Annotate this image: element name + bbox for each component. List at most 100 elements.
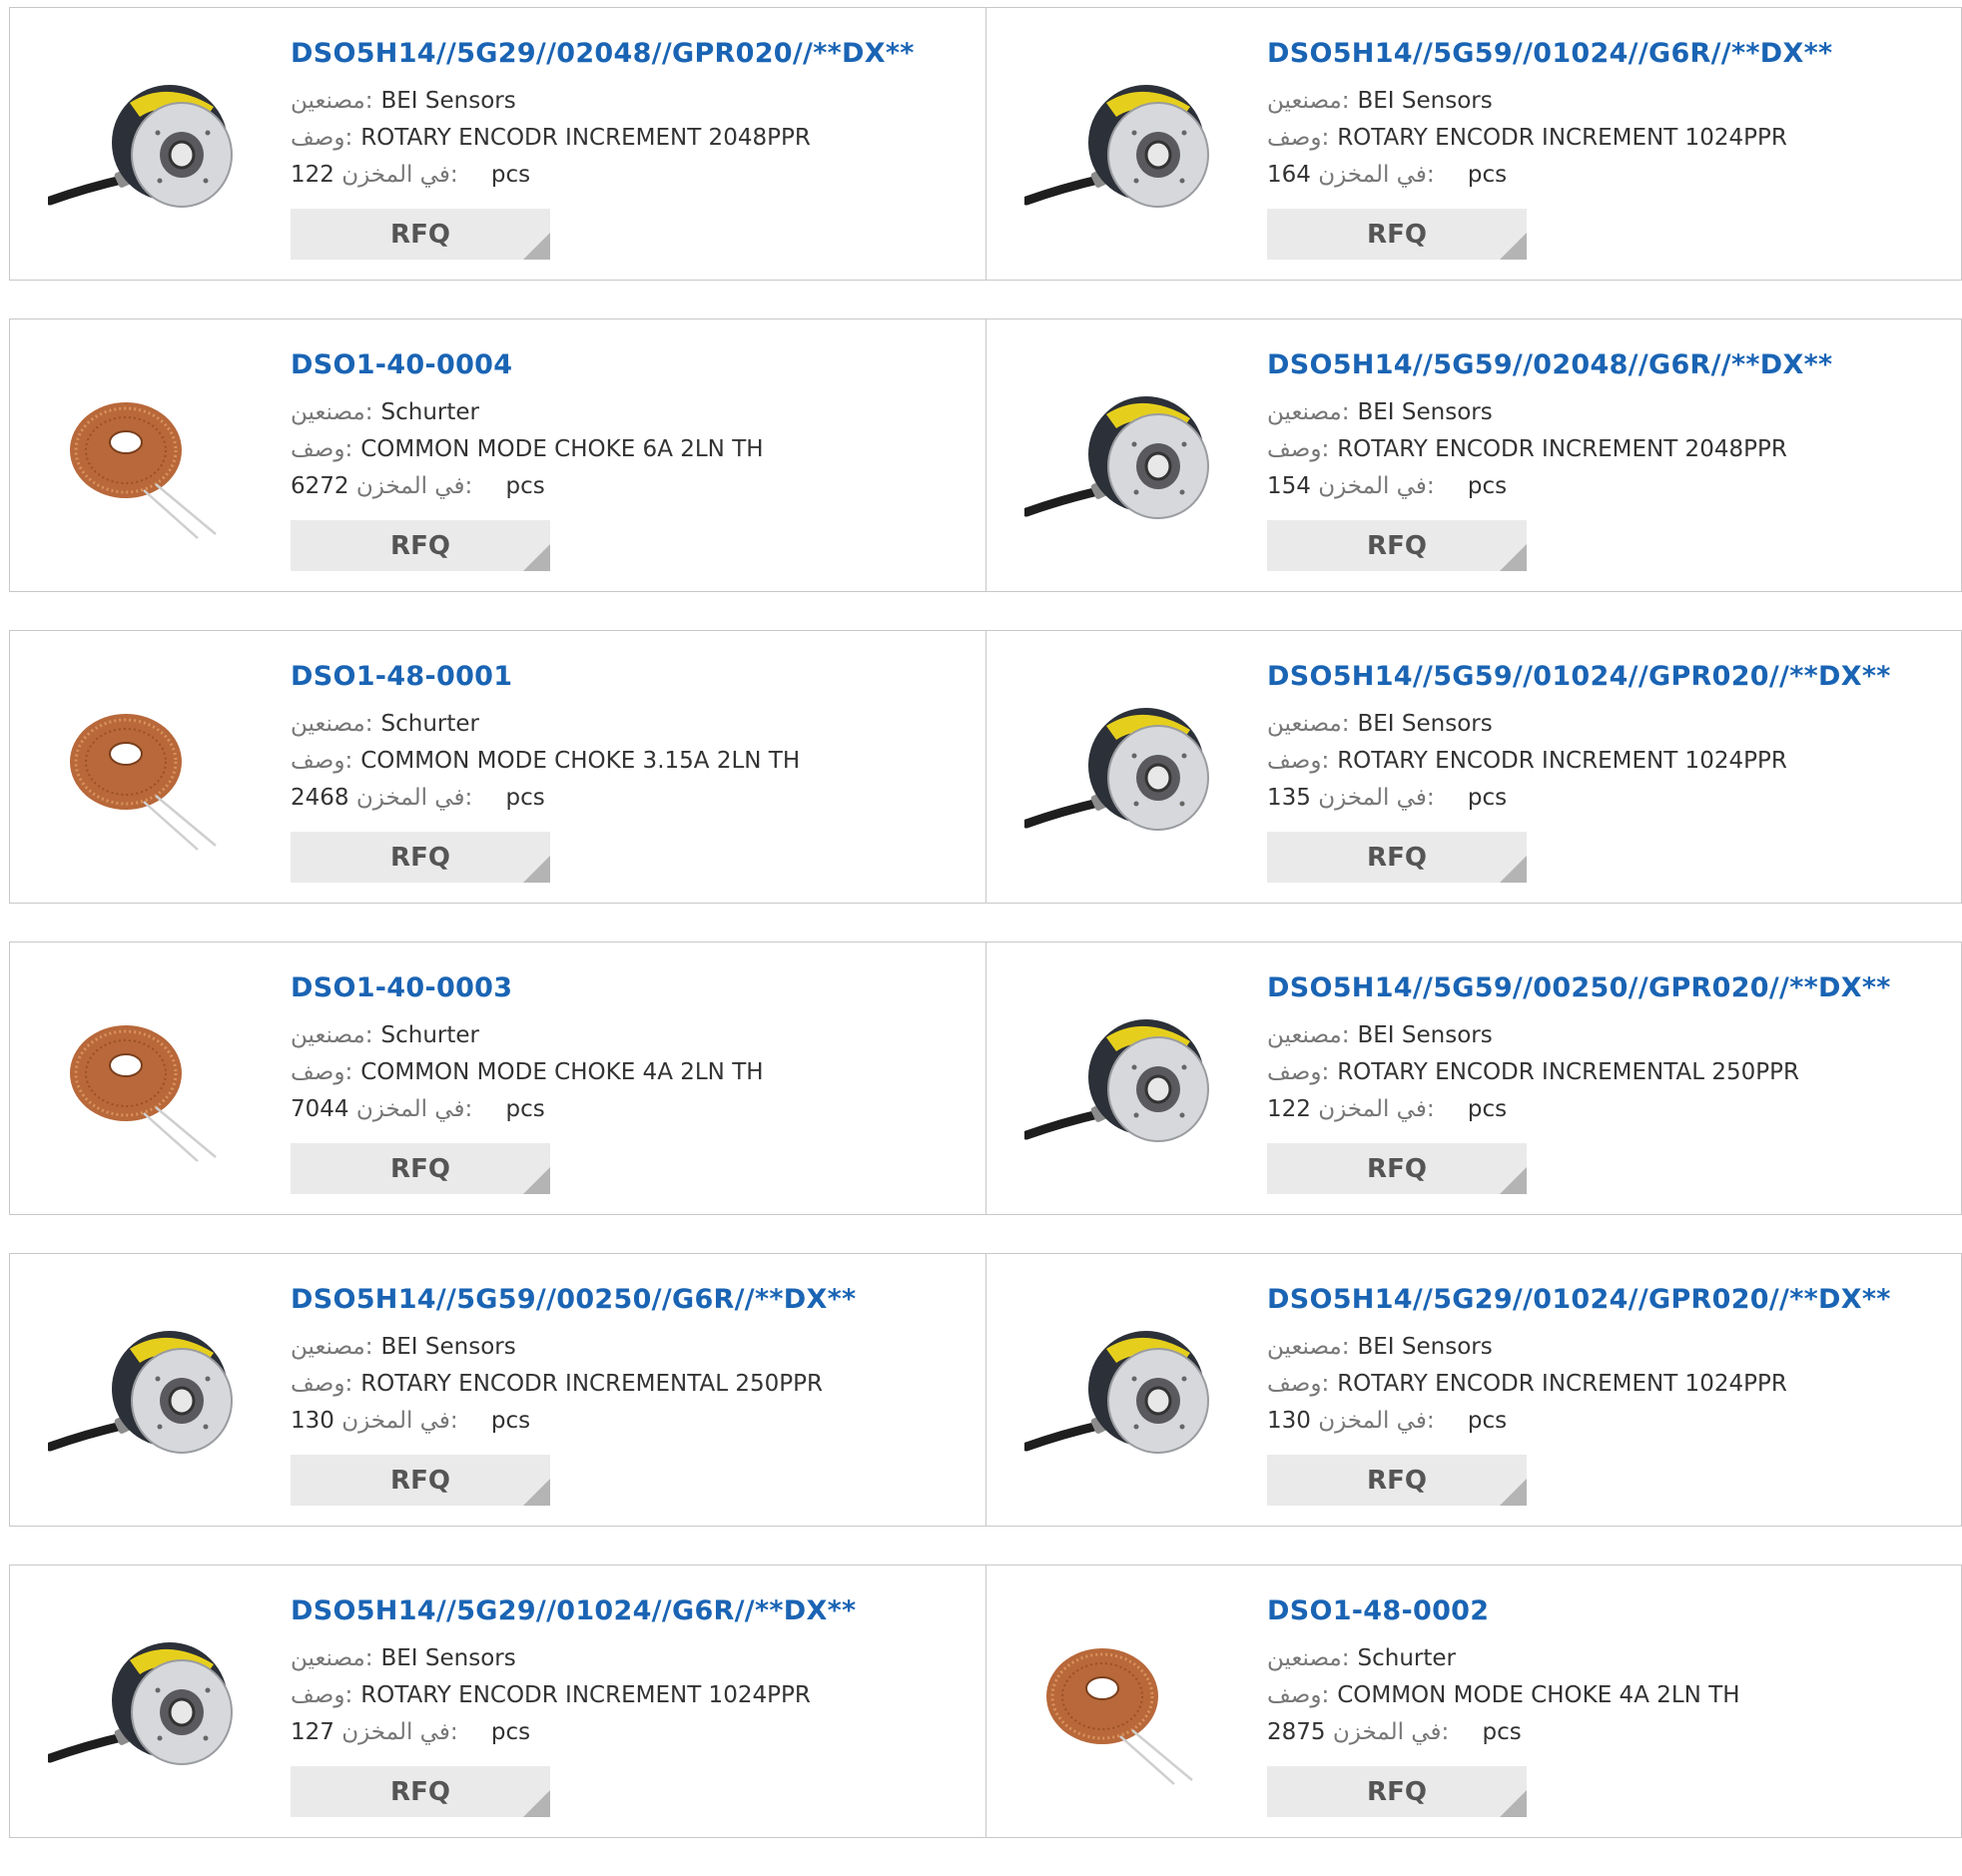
- product-card: DSO5H14//5G59//01024//G6R//**DX** مصنعين…: [985, 8, 1961, 280]
- description-line: وصف: ROTARY ENCODR INCREMENT 1024PPR: [291, 1677, 980, 1714]
- manufacturer-label: مصنعين:: [1267, 88, 1350, 114]
- stock-value: 135: [1267, 785, 1311, 811]
- description-label: وصف:: [291, 1059, 353, 1085]
- rotary-encoder-image[interactable]: [1024, 73, 1224, 233]
- corner-triangle-icon: [523, 1167, 550, 1194]
- rfq-button[interactable]: RFQ: [291, 832, 550, 883]
- rfq-button[interactable]: RFQ: [291, 1766, 550, 1817]
- rfq-button[interactable]: RFQ: [1267, 1455, 1527, 1506]
- description-line: وصف: ROTARY ENCODR INCREMENT 1024PPR: [1267, 120, 1956, 157]
- stock-label: في المخزن:: [355, 1096, 473, 1122]
- description-value: ROTARY ENCODR INCREMENT 2048PPR: [360, 125, 811, 151]
- stock-unit: pcs: [1482, 1719, 1522, 1745]
- stock-line: 164 في المخزن: pcs: [1267, 157, 1956, 194]
- description-label: وصف:: [1267, 125, 1330, 151]
- product-info: DSO5H14//5G59//01024//G6R//**DX** مصنعين…: [1267, 38, 1956, 194]
- stock-value: 130: [291, 1408, 334, 1434]
- product-row: DSO5H14//5G29//01024//G6R//**DX** مصنعين…: [9, 1564, 1962, 1838]
- rfq-button[interactable]: RFQ: [291, 1143, 550, 1194]
- product-row: DSO5H14//5G59//00250//G6R//**DX** مصنعين…: [9, 1253, 1962, 1527]
- description-value: COMMON MODE CHOKE 4A 2LN TH: [1337, 1682, 1740, 1708]
- description-value: COMMON MODE CHOKE 3.15A 2LN TH: [360, 748, 801, 774]
- description-value: ROTARY ENCODR INCREMENTAL 250PPR: [360, 1371, 823, 1397]
- rfq-label: RFQ: [1367, 1465, 1427, 1496]
- part-number-link[interactable]: DSO5H14//5G59//02048//G6R//**DX**: [1267, 349, 1956, 380]
- product-row: DSO5H14//5G29//02048//GPR020//**DX** مصن…: [9, 7, 1962, 281]
- rfq-label: RFQ: [390, 219, 450, 250]
- rotary-encoder-image[interactable]: [48, 1630, 248, 1790]
- part-number-link[interactable]: DSO5H14//5G59//01024//GPR020//**DX**: [1267, 661, 1956, 692]
- product-info: DSO1-40-0004 مصنعين: Schurter وصف: COMMON …: [291, 349, 980, 505]
- description-line: وصف: ROTARY ENCODR INCREMENT 2048PPR: [291, 120, 980, 157]
- rotary-encoder-image[interactable]: [1024, 696, 1224, 856]
- stock-value: 164: [1267, 162, 1311, 188]
- part-number-link[interactable]: DSO5H14//5G59//01024//G6R//**DX**: [1267, 38, 1956, 69]
- part-number-link[interactable]: DSO5H14//5G29//01024//GPR020//**DX**: [1267, 1284, 1956, 1315]
- part-number-link[interactable]: DSO5H14//5G29//01024//G6R//**DX**: [291, 1595, 980, 1626]
- manufacturer-line: مصنعين: Schurter: [1267, 1640, 1956, 1677]
- product-info: DSO1-48-0001 مصنعين: Schurter وصف: COMMON …: [291, 661, 980, 817]
- product-card: DSO5H14//5G29//02048//GPR020//**DX** مصن…: [10, 8, 985, 280]
- product-card: DSO5H14//5G59//00250//GPR020//**DX** مصن…: [985, 942, 1961, 1214]
- rfq-button[interactable]: RFQ: [1267, 832, 1527, 883]
- stock-label: في المخزن:: [1318, 785, 1435, 811]
- product-info: DSO5H14//5G59//00250//G6R//**DX** مصنعين…: [291, 1284, 980, 1440]
- rfq-button[interactable]: RFQ: [1267, 209, 1527, 260]
- stock-value: 130: [1267, 1408, 1311, 1434]
- manufacturer-value: BEI Sensors: [380, 88, 516, 114]
- manufacturer-line: مصنعين: Schurter: [291, 706, 980, 743]
- stock-line: 135 في المخزن: pcs: [1267, 780, 1956, 817]
- toroid-choke-image[interactable]: [1024, 1630, 1224, 1790]
- rotary-encoder-image[interactable]: [1024, 1319, 1224, 1479]
- rfq-button[interactable]: RFQ: [1267, 520, 1527, 571]
- manufacturer-line: مصنعين: BEI Sensors: [291, 1640, 980, 1677]
- manufacturer-label: مصنعين:: [291, 399, 373, 425]
- description-line: وصف: COMMON MODE CHOKE 6A 2LN TH: [291, 431, 980, 468]
- rfq-button[interactable]: RFQ: [291, 1455, 550, 1506]
- rotary-encoder-image[interactable]: [48, 1319, 248, 1479]
- manufacturer-value: BEI Sensors: [1357, 711, 1493, 737]
- product-card: DSO5H14//5G59//00250//G6R//**DX** مصنعين…: [10, 1254, 985, 1526]
- stock-value: 6272: [291, 473, 349, 499]
- rfq-label: RFQ: [390, 1776, 450, 1807]
- part-number-link[interactable]: DSO1-40-0003: [291, 972, 980, 1003]
- manufacturer-label: مصنعين:: [1267, 1334, 1350, 1360]
- stock-unit: pcs: [490, 1719, 531, 1745]
- stock-line: 7044 في المخزن: pcs: [291, 1091, 980, 1128]
- manufacturer-line: مصنعين: BEI Sensors: [1267, 83, 1956, 120]
- part-number-link[interactable]: DSO5H14//5G29//02048//GPR020//**DX**: [291, 38, 980, 69]
- part-number-link[interactable]: DSO1-48-0002: [1267, 1595, 1956, 1626]
- corner-triangle-icon: [1500, 544, 1527, 571]
- corner-triangle-icon: [523, 1479, 550, 1506]
- part-number-link[interactable]: DSO1-40-0004: [291, 349, 980, 380]
- corner-triangle-icon: [1500, 1167, 1527, 1194]
- rfq-button[interactable]: RFQ: [1267, 1766, 1527, 1817]
- description-label: وصف:: [1267, 1682, 1330, 1708]
- rotary-encoder-image[interactable]: [1024, 1007, 1224, 1167]
- manufacturer-line: مصنعين: BEI Sensors: [1267, 1329, 1956, 1366]
- toroid-choke-image[interactable]: [48, 384, 248, 544]
- description-line: وصف: COMMON MODE CHOKE 4A 2LN TH: [291, 1054, 980, 1091]
- toroid-choke-image[interactable]: [48, 1007, 248, 1167]
- rfq-label: RFQ: [390, 1465, 450, 1496]
- rfq-button[interactable]: RFQ: [291, 520, 550, 571]
- rfq-button[interactable]: RFQ: [291, 209, 550, 260]
- part-number-link[interactable]: DSO5H14//5G59//00250//G6R//**DX**: [291, 1284, 980, 1315]
- part-number-link[interactable]: DSO5H14//5G59//00250//GPR020//**DX**: [1267, 972, 1956, 1003]
- rotary-encoder-image[interactable]: [48, 73, 248, 233]
- description-label: وصف:: [1267, 1059, 1330, 1085]
- rotary-encoder-image[interactable]: [1024, 384, 1224, 544]
- manufacturer-value: BEI Sensors: [380, 1645, 516, 1671]
- rfq-label: RFQ: [390, 1153, 450, 1184]
- part-number-link[interactable]: DSO1-48-0001: [291, 661, 980, 692]
- toroid-choke-image[interactable]: [48, 696, 248, 856]
- manufacturer-value: Schurter: [380, 399, 479, 425]
- manufacturer-value: BEI Sensors: [380, 1334, 516, 1360]
- manufacturer-label: مصنعين:: [291, 1022, 373, 1048]
- stock-label: في المخزن:: [355, 473, 473, 499]
- stock-line: 130 في المخزن: pcs: [291, 1403, 980, 1440]
- description-value: ROTARY ENCODR INCREMENT 1024PPR: [360, 1682, 811, 1708]
- stock-line: 2468 في المخزن: pcs: [291, 780, 980, 817]
- corner-triangle-icon: [1500, 233, 1527, 260]
- rfq-button[interactable]: RFQ: [1267, 1143, 1527, 1194]
